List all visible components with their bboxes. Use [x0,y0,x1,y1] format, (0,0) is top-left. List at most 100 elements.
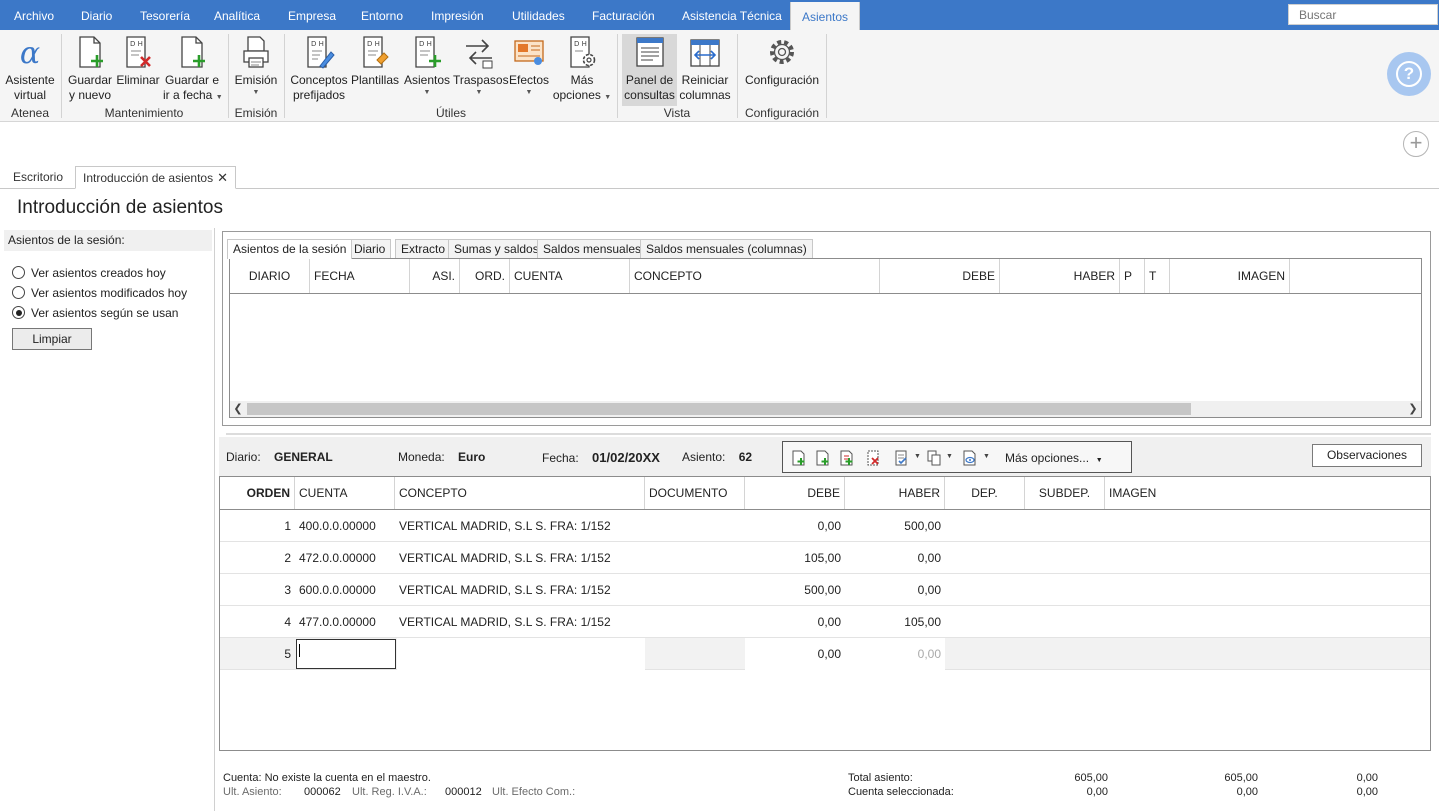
chevron-down-icon[interactable]: ▼ [983,453,990,460]
scroll-thumb[interactable] [247,403,1191,415]
scroll-right-icon[interactable]: ❯ [1405,401,1421,417]
col-header-haber[interactable]: HABER [1000,259,1120,293]
cell-haber[interactable]: 105,00 [845,606,945,638]
plantillas-button[interactable]: D H Plantillas [351,34,399,106]
cell-concepto[interactable]: VERTICAL MADRID, S.L S. FRA: 1/152 [395,510,645,542]
radio-circle[interactable] [12,286,25,299]
cell-documento[interactable] [645,510,745,542]
check-list-icon[interactable] [895,450,909,466]
panel-de-consultas-button[interactable]: Panel de consultas [622,34,677,106]
radio-segun-se-usan[interactable]: Ver asientos según se usan [12,305,178,321]
cell-concepto[interactable]: VERTICAL MADRID, S.L S. FRA: 1/152 [395,542,645,574]
tab-sumas-saldos[interactable]: Sumas y saldos [448,239,545,258]
emision-button[interactable]: Emisión ▼ [233,34,279,106]
cell-haber[interactable]: 0,00 [845,542,945,574]
configuracion-button[interactable]: Configuración [742,34,822,106]
fecha-field[interactable]: Fecha: 01/02/20XX [542,450,660,465]
col-header-imagen[interactable]: IMAGEN [1170,259,1290,293]
mas-opciones-button[interactable]: D H Más opciones ▼ [552,34,612,106]
cell-debe[interactable]: 0,00 [745,638,845,670]
cell-haber[interactable]: 500,00 [845,510,945,542]
radio-modificados-hoy[interactable]: Ver asientos modificados hoy [12,285,187,301]
radio-creados-hoy[interactable]: Ver asientos creados hoy [12,265,166,281]
col-header-debe[interactable]: DEBE [880,259,1000,293]
tab-escritorio[interactable]: Escritorio [6,166,70,189]
scroll-left-icon[interactable]: ❮ [230,401,246,417]
menu-diario[interactable]: Diario [81,0,112,30]
col-header-p[interactable]: P [1120,259,1145,293]
table-row-editing[interactable]: 5 0,00 0,00 [220,638,1430,670]
menu-facturacion[interactable]: Facturación [592,0,655,30]
menu-archivo[interactable]: Archivo [14,0,54,30]
splitter[interactable] [226,433,1431,435]
col-header-orden[interactable]: ORDEN [220,477,295,509]
insert-line-icon[interactable] [792,450,806,466]
col-header-documento[interactable]: DOCUMENTO [645,477,745,509]
col-header-diario[interactable]: DIARIO [230,259,310,293]
cell-debe[interactable]: 0,00 [745,606,845,638]
menu-analitica[interactable]: Analítica [214,0,260,30]
help-button[interactable]: ? [1387,52,1431,96]
cell-concepto[interactable]: VERTICAL MADRID, S.L S. FRA: 1/152 [395,574,645,606]
col-header-imagen[interactable]: IMAGEN [1105,477,1205,509]
col-header-debe[interactable]: DEBE [745,477,845,509]
horizontal-scrollbar[interactable]: ❮ ❯ [230,401,1421,417]
col-header-t[interactable]: T [1145,259,1170,293]
cell-documento[interactable] [645,542,745,574]
traspasos-button[interactable]: Traspasos ▼ [453,34,509,106]
tab-saldos-mensuales-columnas[interactable]: Saldos mensuales (columnas) [640,239,813,258]
cell-haber[interactable]: 0,00 [845,638,945,670]
menu-impresion[interactable]: Impresión [431,0,484,30]
col-header-haber[interactable]: HABER [845,477,945,509]
col-header-dep[interactable]: DEP. [945,477,1025,509]
table-row[interactable]: 4 477.0.0.00000 VERTICAL MADRID, S.L S. … [220,606,1430,638]
cell-debe[interactable]: 105,00 [745,542,845,574]
chevron-down-icon[interactable]: ▼ [914,453,921,460]
add-line-icon[interactable] [816,450,830,466]
cell-debe[interactable]: 500,00 [745,574,845,606]
radio-circle[interactable] [12,266,25,279]
guardar-y-nuevo-button[interactable]: Guardar y nuevo [67,34,113,106]
cell-cuenta[interactable]: 600.0.0.00000 [295,574,395,606]
cell-cuenta[interactable]: 477.0.0.00000 [295,606,395,638]
radio-circle-selected[interactable] [12,306,25,319]
cell-debe[interactable]: 0,00 [745,510,845,542]
asistente-virtual-button[interactable]: α Asistente virtual [4,34,56,106]
menu-entorno[interactable]: Entorno [361,0,403,30]
chevron-down-icon[interactable]: ▼ [946,453,953,460]
col-header-asi[interactable]: ASI. [410,259,460,293]
conceptos-prefijados-button[interactable]: D H Conceptos prefijados [290,34,348,106]
table-row[interactable]: 1 400.0.0.00000 VERTICAL MADRID, S.L S. … [220,510,1430,542]
cell-cuenta[interactable]: 400.0.0.00000 [295,510,395,542]
tab-extracto[interactable]: Extracto [395,239,452,258]
duplicate-line-icon[interactable] [840,450,854,466]
cell-concepto[interactable]: VERTICAL MADRID, S.L S. FRA: 1/152 [395,606,645,638]
col-header-subdep[interactable]: SUBDEP. [1025,477,1105,509]
menu-asientos[interactable]: Asientos [790,2,860,30]
col-header-cuenta[interactable]: CUENTA [295,477,395,509]
col-header-concepto[interactable]: CONCEPTO [395,477,645,509]
eliminar-button[interactable]: D H Eliminar [116,34,160,106]
cell-haber[interactable]: 0,00 [845,574,945,606]
table-row[interactable]: 3 600.0.0.00000 VERTICAL MADRID, S.L S. … [220,574,1430,606]
efectos-button[interactable]: Efectos ▼ [508,34,550,106]
close-icon[interactable]: ✕ [217,170,228,185]
preview-icon[interactable] [963,450,977,466]
limpiar-button[interactable]: Limpiar [12,328,92,350]
cuenta-input[interactable] [296,639,396,669]
menu-empresa[interactable]: Empresa [288,0,336,30]
col-header-ord[interactable]: ORD. [460,259,510,293]
tab-diario[interactable]: Diario [348,239,392,258]
menu-utilidades[interactable]: Utilidades [512,0,565,30]
reiniciar-columnas-button[interactable]: Reiniciar columnas [679,34,731,106]
asientos-button[interactable]: D H Asientos ▼ [403,34,451,106]
cell-documento[interactable] [645,606,745,638]
tab-introduccion-asientos[interactable]: Introducción de asientos ✕ [75,166,236,189]
cell-cuenta[interactable]: 472.0.0.00000 [295,542,395,574]
add-tab-button[interactable]: + [1403,131,1429,157]
search-input[interactable] [1288,4,1438,25]
tab-saldos-mensuales[interactable]: Saldos mensuales [537,239,648,258]
col-header-fecha[interactable]: FECHA [310,259,410,293]
tab-asientos-sesion[interactable]: Asientos de la sesión [227,239,353,259]
cell-concepto[interactable] [397,638,645,670]
